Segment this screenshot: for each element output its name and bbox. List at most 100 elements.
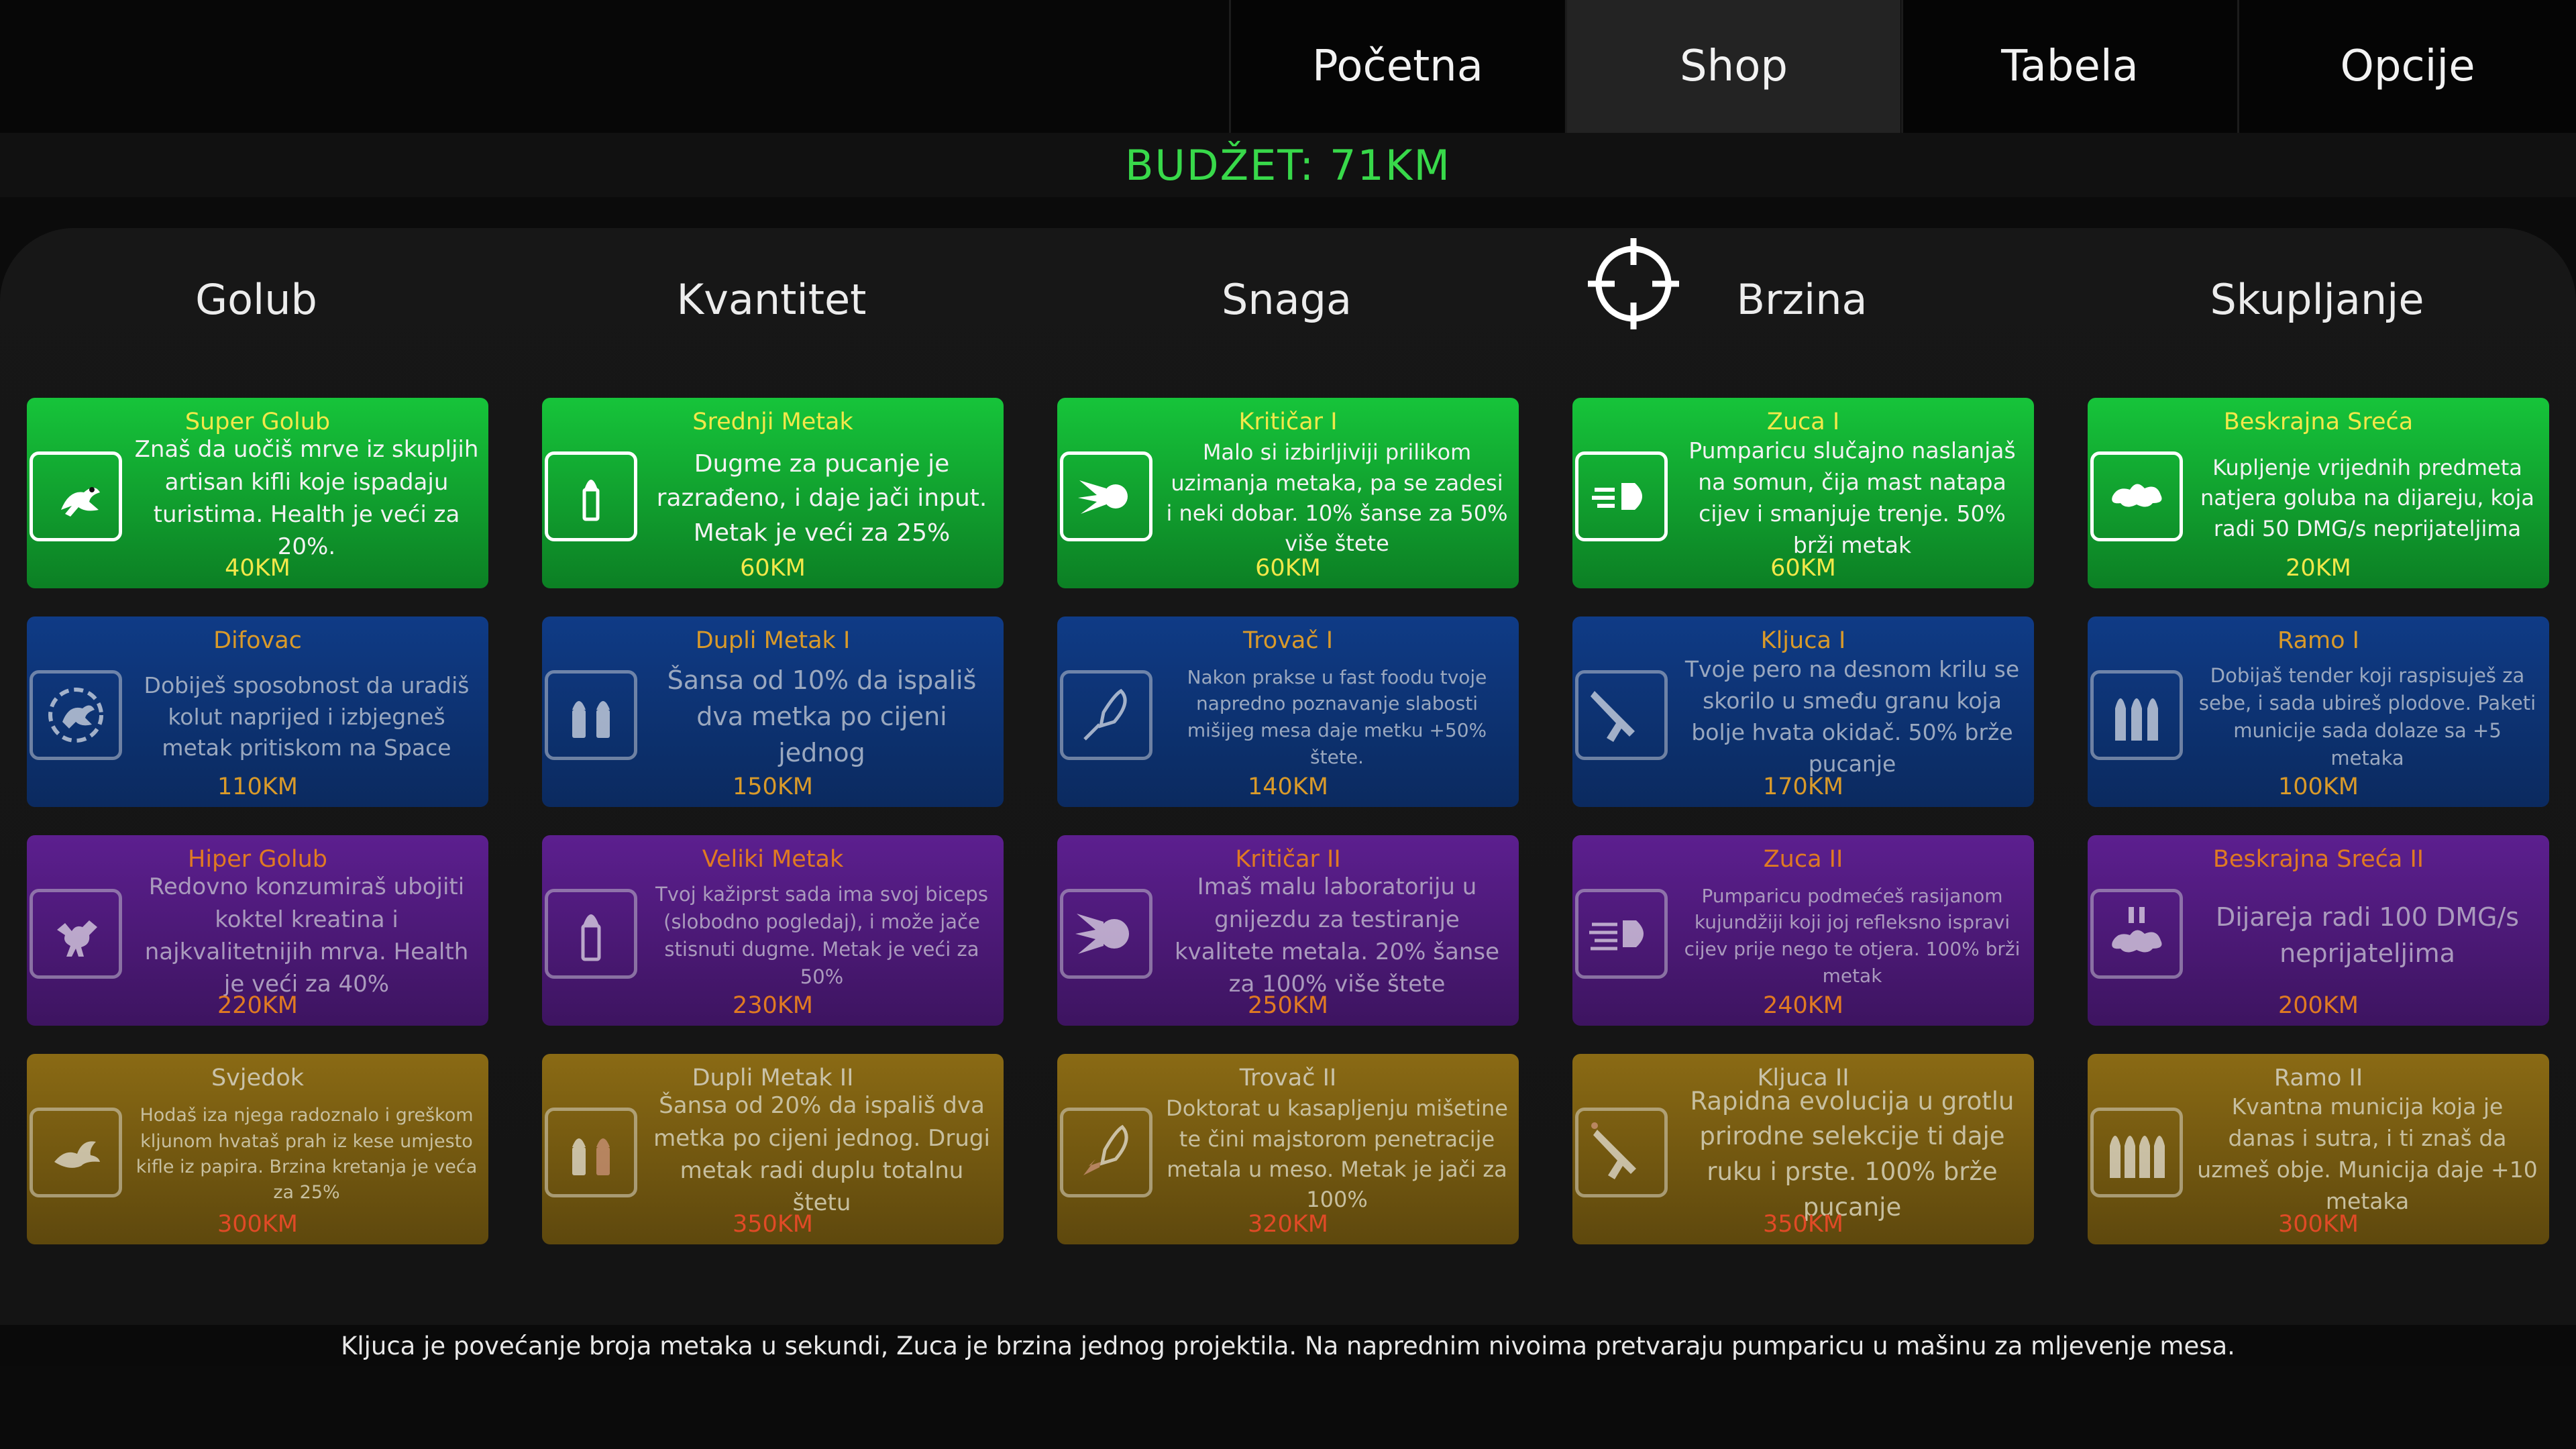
comet-big-icon xyxy=(1075,914,1129,954)
upgrade-icon-frame xyxy=(2090,670,2183,760)
ammo-pack-icon xyxy=(2115,698,2158,741)
upgrade-card[interactable]: Zuca II Pumparicu podmećeš rasijanom kuju… xyxy=(1572,835,2034,1026)
upgrade-title: Zuca II xyxy=(1763,846,1843,873)
shotgun-icon xyxy=(1591,691,1635,742)
double-bullet-icon xyxy=(572,701,610,738)
rocket-fire-icon xyxy=(1083,1124,1128,1175)
upgrade-title: Kljuca I xyxy=(1760,627,1846,654)
upgrade-description: Dobijaš tender koji raspisuješ za sebe, … xyxy=(2198,663,2536,770)
upgrade-description: Tvoj kažiprst sada ima svoj biceps (slob… xyxy=(655,882,988,989)
bullet-icon xyxy=(582,480,600,521)
upgrade-icon-frame xyxy=(2090,889,2183,979)
upgrade-title: Beskrajna Sreća II xyxy=(2212,846,2424,873)
upgrade-title: Hiper Golub xyxy=(188,846,327,873)
upgrade-price: 60KM xyxy=(1255,555,1321,582)
upgrade-icon-frame xyxy=(1060,889,1152,979)
upgrade-card[interactable]: Beskrajna Sreća Kupljenje vrijednih predm… xyxy=(2088,398,2549,588)
splat-pause-icon xyxy=(2112,907,2162,953)
upgrade-title: Veliki Metak xyxy=(702,846,844,873)
upgrade-title: Trovač I xyxy=(1242,627,1334,654)
rocket-icon xyxy=(1083,688,1127,741)
upgrade-card[interactable]: Super Golub Znaš da uočiš mrve iz skuplji… xyxy=(27,398,488,588)
tab-pocetna[interactable]: Početna xyxy=(1229,0,1564,133)
upgrade-card[interactable]: Kritičar II Imaš malu laboratoriju u gnij… xyxy=(1057,835,1519,1026)
tab-opcije[interactable]: Opcije xyxy=(2237,0,2576,133)
upgrade-title: Super Golub xyxy=(184,409,331,435)
upgrade-icon-frame xyxy=(2090,451,2183,541)
upgrade-card[interactable]: Ramo I Dobijaš tender koji raspisuješ za … xyxy=(2088,616,2549,807)
upgrade-price: 240KM xyxy=(1763,992,1843,1019)
upgrade-card[interactable]: Trovač I Nakon prakse u fast foodu tvoje … xyxy=(1057,616,1519,807)
upgrade-icon-frame xyxy=(545,1108,637,1197)
upgrade-icon-frame xyxy=(1060,1108,1152,1197)
footer-hint: Kljuca je povećanje broja metaka u sekun… xyxy=(341,1331,2235,1360)
upgrade-description: Doktorat u kasapljenju mišetine te čini … xyxy=(1166,1095,1508,1213)
upgrade-description: Šansa od 20% da ispališ dva metka po cij… xyxy=(653,1092,990,1217)
upgrade-price: 100KM xyxy=(2278,773,2359,800)
upgrade-description: Pumparicu podmećeš rasijanom kujundžiji … xyxy=(1684,884,2021,987)
upgrade-card[interactable]: Hiper Golub Redovno konzumiraš ubojiti ko… xyxy=(27,835,488,1026)
upgrade-icon-frame xyxy=(1060,451,1152,541)
tab-tabela[interactable]: Tabela xyxy=(1901,0,2237,133)
upgrade-price: 170KM xyxy=(1763,773,1843,800)
upgrade-description: Dugme za pucanje je razrađeno, i daje ja… xyxy=(656,450,987,547)
upgrade-description: Dobiješ sposobnost da uradiš kolut napri… xyxy=(144,672,470,761)
upgrade-icon-frame xyxy=(545,889,637,979)
upgrade-card[interactable]: Kljuca I Tvoje pero na desnom krilu se sk… xyxy=(1572,616,2034,807)
splat-icon xyxy=(2112,484,2162,507)
upgrade-card[interactable]: Difovac Dobiješ sposobnost da uradiš kolu… xyxy=(27,616,488,807)
upgrade-price: 20KM xyxy=(2286,555,2351,582)
upgrade-card[interactable]: Srednji Metak Dugme za pucanje je razrađe… xyxy=(542,398,1004,588)
upgrade-icon-frame xyxy=(2090,1108,2183,1197)
upgrade-description: Kupljenje vrijednih predmeta natjera gol… xyxy=(2200,454,2534,541)
ammo-pack-big-icon xyxy=(2110,1136,2165,1178)
upgrade-title: Ramo II xyxy=(2273,1065,2363,1091)
upgrade-price: 300KM xyxy=(217,1211,298,1238)
upgrade-card[interactable]: Beskrajna Sreća II Dijareja radi 100 DMG/… xyxy=(2088,835,2549,1026)
upgrade-description: Kvantna municija koja je danas i sutra, … xyxy=(2197,1093,2538,1214)
budget-value: BUDŽET: 71KM xyxy=(1124,140,1451,190)
upgrade-title: Difovac xyxy=(213,627,302,654)
upgrade-card[interactable]: Dupli Metak I Šansa od 10% da ispališ dva… xyxy=(542,616,1004,807)
column-header-skupljanje: Skupljanje xyxy=(2210,275,2424,324)
column-header-snaga: Snaga xyxy=(1222,275,1352,324)
upgrade-card[interactable]: Kritičar I Malo si izbirljiviji prilikom … xyxy=(1057,398,1519,588)
speed-bullet-fast-icon xyxy=(1589,920,1644,951)
upgrade-card[interactable]: Zuca I Pumparicu slučajno naslanjaš na so… xyxy=(1572,398,2034,588)
upgrade-price: 140KM xyxy=(1248,773,1328,800)
upgrade-title: Kritičar II xyxy=(1235,846,1341,873)
tab-shop[interactable]: Shop xyxy=(1565,0,1900,133)
upgrade-title: Zuca I xyxy=(1766,409,1840,435)
upgrade-icon-frame xyxy=(1060,670,1152,760)
upgrade-icon-frame xyxy=(30,451,122,541)
upgrade-description: Imaš malu laboratoriju u gnijezdu za tes… xyxy=(1174,873,1500,998)
upgrade-icon-frame xyxy=(30,889,122,979)
upgrade-price: 350KM xyxy=(1763,1211,1843,1238)
upgrade-icon-frame xyxy=(545,451,637,541)
upgrade-title: Dupli Metak II xyxy=(692,1065,854,1091)
upgrade-price: 60KM xyxy=(740,555,806,582)
upgrade-icon-frame xyxy=(30,1108,122,1197)
upgrade-title: Kritičar I xyxy=(1238,409,1338,435)
upgrade-card[interactable]: Trovač II Doktorat u kasapljenju mišetine… xyxy=(1057,1054,1519,1244)
flying-pigeon-icon xyxy=(54,1141,100,1168)
upgrade-description: Dijareja radi 100 DMG/s neprijateljima xyxy=(2215,902,2520,968)
upgrade-description: Tvoje pero na desnom krilu se skorilo u … xyxy=(1684,656,2020,777)
crosshair-icon xyxy=(1588,238,1679,329)
upgrade-card[interactable]: Veliki Metak Tvoj kažiprst sada ima svoj … xyxy=(542,835,1004,1026)
upgrade-price: 230KM xyxy=(733,992,813,1019)
upgrade-card[interactable]: Ramo II Kvantna municija koja je danas i … xyxy=(2088,1054,2549,1244)
upgrade-title: Ramo I xyxy=(2277,627,2359,654)
dodge-pigeon-icon xyxy=(48,688,103,743)
upgrade-title: Trovač II xyxy=(1239,1065,1337,1091)
upgrade-price: 300KM xyxy=(2278,1211,2359,1238)
big-bullet-icon xyxy=(581,914,601,961)
upgrade-price: 150KM xyxy=(733,773,813,800)
upgrade-description: Pumparicu slučajno naslanjaš na somun, č… xyxy=(1688,437,2016,558)
upgrade-card[interactable]: Kljuca II Rapidna evolucija u grotlu prir… xyxy=(1572,1054,2034,1244)
upgrade-title: Dupli Metak I xyxy=(695,627,851,654)
double-bullet-red-icon xyxy=(572,1138,610,1175)
upgrade-card[interactable]: Dupli Metak II Šansa od 20% da ispališ dv… xyxy=(542,1054,1004,1244)
top-nav-bar: Početna Shop Tabela Opcije xyxy=(0,0,2576,133)
upgrade-card[interactable]: Svjedok Hodaš iza njega radoznalo i grešk… xyxy=(27,1054,488,1244)
